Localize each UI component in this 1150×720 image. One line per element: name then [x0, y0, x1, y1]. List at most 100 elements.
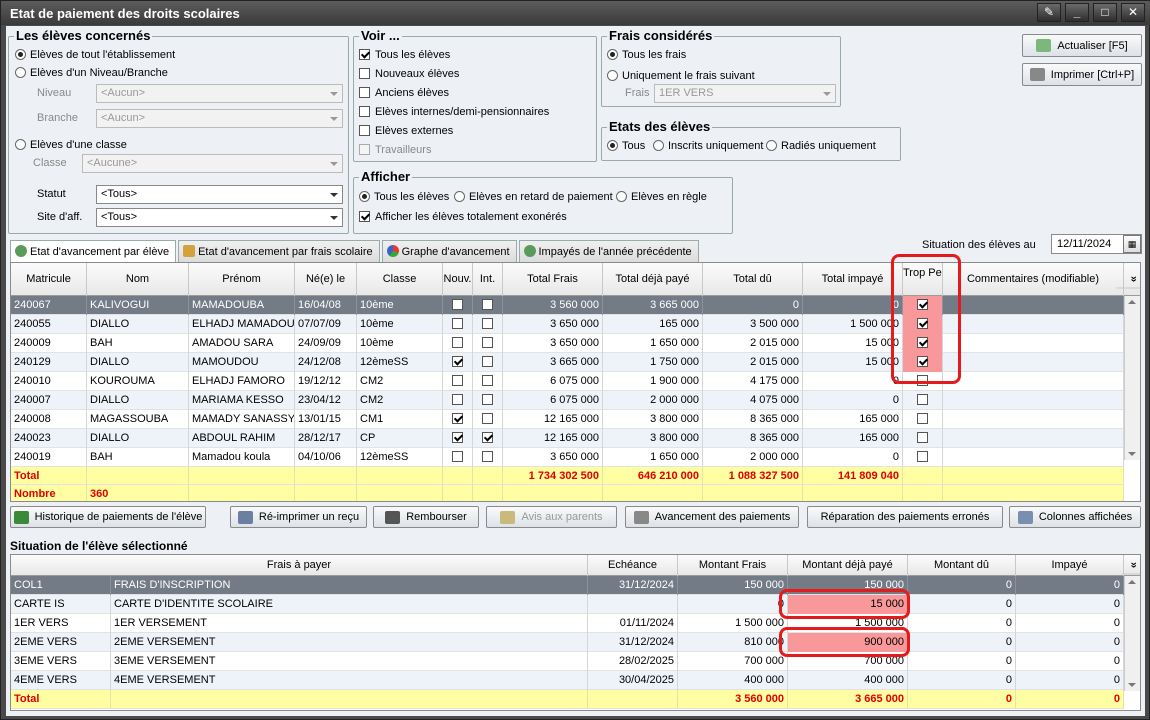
frais-select[interactable]: 1ER VERS [654, 84, 836, 103]
classe-select[interactable]: <Aucune> [82, 154, 343, 173]
radio-classe[interactable]: Elèves d'une classe [15, 139, 127, 151]
refresh-button[interactable]: Actualiser [F5] [1022, 34, 1142, 57]
site-select[interactable]: <Tous> [96, 208, 343, 227]
header-frais[interactable]: Total Frais [503, 263, 603, 296]
cell-trop-checkbox[interactable] [903, 391, 943, 410]
header-prenom[interactable]: Prénom [189, 263, 295, 296]
maximize-button[interactable]: □ [1093, 3, 1117, 22]
cell-nouv-checkbox[interactable] [443, 372, 473, 391]
voir-externes-checkbox[interactable]: Elèves externes [359, 125, 453, 137]
header-matricule[interactable]: Matricule [11, 263, 87, 296]
table-row[interactable]: 240008 MAGASSOUBA MAMADY SANASSY 13/01/15 CM… [11, 410, 1124, 429]
voir-nouveaux-checkbox[interactable]: Nouveaux élèves [359, 68, 459, 80]
students-scrollbar[interactable] [1124, 296, 1140, 460]
tab-avancement-frais[interactable]: Etat d'avancement par frais scolaire [178, 240, 380, 262]
cell-nouv-checkbox[interactable] [443, 429, 473, 448]
radio-frais-suivant[interactable]: Uniquement le frais suivant [607, 70, 755, 82]
calendar-icon[interactable]: ▦ [1123, 235, 1141, 253]
rembourser-button[interactable]: Rembourser [373, 506, 479, 528]
cell-nom: KALIVOGUI [87, 296, 189, 315]
detail-row[interactable]: 4EME VERS 4EME VERSEMENT 30/04/2025 400 000… [11, 671, 1124, 690]
detail-row[interactable]: 3EME VERS 3EME VERSEMENT 28/02/2025 700 000… [11, 652, 1124, 671]
cell-nouv-checkbox[interactable] [443, 296, 473, 315]
cell-int-checkbox[interactable] [473, 334, 503, 353]
cell-int-checkbox[interactable] [473, 448, 503, 467]
header-nom[interactable]: Nom [87, 263, 189, 296]
detail-title: Situation de l'élève sélectionné [10, 539, 188, 553]
cell-nouv-checkbox[interactable] [443, 391, 473, 410]
frais-label: Frais [625, 87, 650, 99]
header-frais-a-payer[interactable]: Frais à payer [11, 555, 588, 576]
exoneres-checkbox[interactable]: Afficher les élèves totalement exonérés [359, 211, 567, 223]
detail-row[interactable]: CARTE IS CARTE D'IDENTITE SCOLAIRE 0 15 000… [11, 595, 1124, 614]
cell-nouv-checkbox[interactable] [443, 315, 473, 334]
print-button[interactable]: Imprimer [Ctrl+P] [1022, 63, 1142, 86]
detail-scrollbar[interactable] [1124, 576, 1140, 691]
radio-afficher-retard[interactable]: Elèves en retard de paiement [454, 191, 613, 203]
reimprimer-button[interactable]: Ré-imprimer un reçu [230, 506, 367, 528]
radio-etat-radies[interactable]: Radiés uniquement [766, 140, 876, 152]
cell-nouv-checkbox[interactable] [443, 410, 473, 429]
avancement-button[interactable]: Avancement des paiements [625, 506, 799, 528]
cell-trop-checkbox[interactable] [903, 429, 943, 448]
voir-anciens-checkbox[interactable]: Anciens élèves [359, 87, 449, 99]
radio-all-students[interactable]: Elèves de tout l'établissement [15, 49, 175, 61]
header-impaye[interactable]: Impayé [1016, 555, 1124, 576]
statut-select[interactable]: <Tous> [96, 185, 343, 204]
header-du[interactable]: Total dû [703, 263, 803, 296]
tab-avancement-eleve[interactable]: Etat d'avancement par élève [10, 240, 177, 263]
minimize-button[interactable]: _ [1065, 3, 1089, 22]
table-row[interactable]: 240007 DIALLO MARIAMA KESSO 23/04/12 CM2 6 07… [11, 391, 1124, 410]
voir-internes-checkbox[interactable]: Elèves internes/demi-pensionnaires [359, 106, 549, 118]
close-button[interactable]: ✕ [1121, 3, 1145, 22]
cell-int-checkbox[interactable] [473, 429, 503, 448]
cell-int-checkbox[interactable] [473, 296, 503, 315]
table-row[interactable]: 240019 BAH Mamadou koula 04/10/06 12èmeSS 3 6… [11, 448, 1124, 467]
cell-int-checkbox[interactable] [473, 353, 503, 372]
detail-row[interactable]: 1ER VERS 1ER VERSEMENT 01/11/2024 1 500 000… [11, 614, 1124, 633]
expand-columns-icon[interactable]: » [1116, 270, 1140, 289]
cell-int-checkbox[interactable] [473, 410, 503, 429]
detail-row[interactable]: 2EME VERS 2EME VERSEMENT 31/12/2024 810 000… [11, 633, 1124, 652]
cell-int-checkbox[interactable] [473, 372, 503, 391]
cell-prenom: MARIAMA KESSO [189, 391, 295, 410]
radio-afficher-tous[interactable]: Tous les élèves [359, 191, 449, 203]
historique-button[interactable]: Historique de paiements de l'élève [10, 506, 206, 528]
cell-int-checkbox[interactable] [473, 391, 503, 410]
niveau-select[interactable]: <Aucun> [96, 84, 343, 103]
brush-icon[interactable]: ✎ [1037, 3, 1061, 22]
header-int[interactable]: Int. [473, 263, 503, 296]
detail-cell-label: 4EME VERSEMENT [111, 671, 588, 690]
tab-impayes[interactable]: Impayés de l'année précédente [518, 240, 699, 262]
expand-columns-icon[interactable]: » [1122, 556, 1140, 575]
cell-nouv-checkbox[interactable] [443, 334, 473, 353]
header-montant-du[interactable]: Montant dû [908, 555, 1016, 576]
cell-nouv-checkbox[interactable] [443, 448, 473, 467]
detail-row[interactable]: COL1 FRAIS D'INSCRIPTION 31/12/2024 150 000… [11, 576, 1124, 595]
header-paye[interactable]: Total déjà payé [603, 263, 703, 296]
cell-trop-checkbox[interactable] [903, 410, 943, 429]
header-nouv[interactable]: Nouv. [443, 263, 473, 296]
header-montant-paye[interactable]: Montant déjà payé [788, 555, 908, 576]
branche-select[interactable]: <Aucun> [96, 109, 343, 128]
tab-graphe[interactable]: Graphe d'avancement [381, 240, 517, 262]
cell-nouv-checkbox[interactable] [443, 353, 473, 372]
window: Etat de paiement des droits scolaires ✎ … [0, 0, 1150, 720]
table-row[interactable]: 240023 DIALLO ABDOUL RAHIM 28/12/17 CP 12 165… [11, 429, 1124, 448]
header-montant-frais[interactable]: Montant Frais [678, 555, 788, 576]
radio-afficher-regle[interactable]: Elèves en règle [616, 191, 707, 203]
cell-int-checkbox[interactable] [473, 315, 503, 334]
reparation-button[interactable]: Réparation des paiements erronés [807, 506, 1003, 528]
header-impaye[interactable]: Total impayé [803, 263, 903, 296]
colonnes-button[interactable]: Colonnes affichées [1009, 506, 1141, 528]
radio-etat-inscrits[interactable]: Inscrits uniquement [653, 140, 763, 152]
voir-tous-checkbox[interactable]: Tous les élèves [359, 49, 450, 61]
cell-trop-checkbox[interactable] [903, 448, 943, 467]
radio-etat-tous[interactable]: Tous [607, 140, 645, 152]
header-echeance[interactable]: Echéance [588, 555, 678, 576]
header-classe[interactable]: Classe [357, 263, 443, 296]
header-ne[interactable]: Né(e) le [295, 263, 357, 296]
header-comment[interactable]: Commentaires (modifiable) [943, 263, 1124, 296]
radio-niveau[interactable]: Elèves d'un Niveau/Branche [15, 67, 168, 79]
radio-tous-frais[interactable]: Tous les frais [607, 49, 686, 61]
